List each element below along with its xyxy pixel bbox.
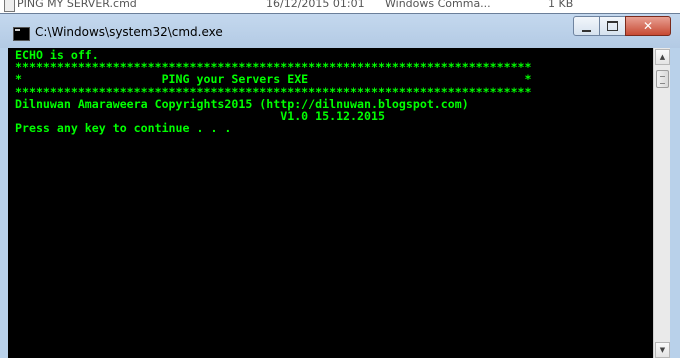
explorer-file-row[interactable]: PING MY SERVER.cmd 16/12/2015 01:01 Wind… (0, 0, 680, 12)
minimize-button[interactable] (573, 16, 600, 36)
file-type: Windows Comma... (385, 0, 491, 10)
file-name: PING MY SERVER.cmd (17, 0, 137, 10)
console-text: ECHO is off. ***************************… (15, 49, 532, 134)
scroll-thumb[interactable] (656, 70, 669, 88)
maximize-button[interactable] (599, 16, 626, 36)
window-title: C:\Windows\system32\cmd.exe (35, 25, 223, 39)
file-date: 16/12/2015 01:01 (266, 0, 365, 10)
window-border (670, 48, 680, 358)
cmd-icon (13, 27, 30, 41)
chevron-up-icon: ▲ (659, 53, 666, 61)
title-bar[interactable]: C:\Windows\system32\cmd.exe ✕ (0, 14, 680, 48)
maximize-icon (607, 21, 618, 31)
close-icon: ✕ (642, 19, 654, 33)
file-size: 1 KB (548, 0, 574, 10)
chevron-down-icon: ▼ (659, 346, 666, 354)
scroll-down-button[interactable]: ▼ (655, 342, 670, 358)
scroll-up-button[interactable]: ▲ (655, 49, 670, 65)
close-button[interactable]: ✕ (625, 16, 671, 36)
cmd-file-icon (4, 0, 15, 12)
minimize-icon (582, 27, 591, 32)
vertical-scrollbar[interactable]: ▲ ▼ (653, 48, 671, 358)
console-output[interactable]: ECHO is off. ***************************… (8, 48, 653, 358)
cmd-window: C:\Windows\system32\cmd.exe ✕ ECHO is of… (0, 13, 680, 358)
console-line: Press any key to continue . . . (15, 121, 232, 136)
